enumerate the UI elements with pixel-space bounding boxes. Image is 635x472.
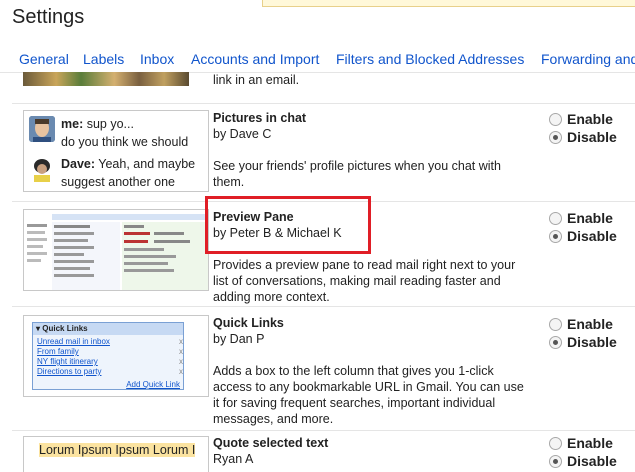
lab-name: Quick Links: [213, 316, 284, 330]
lab-info: Pictures in chat by Dave C See your frie…: [213, 110, 533, 190]
quote-sample-text: Lorum Ipsum Ipsum Lorum I: [39, 443, 196, 457]
lab-description: Adds a box to the left column that gives…: [213, 364, 524, 426]
lab-toggle-quote-selected-text: Enable Disable: [549, 434, 617, 470]
page-title: Settings: [12, 6, 85, 28]
remove-icon: x: [179, 337, 183, 346]
quick-links-heading: ▾ Quick Links: [33, 323, 183, 335]
disable-radio[interactable]: [549, 335, 562, 349]
notification-bar: [262, 0, 635, 7]
chat-line: do you think we should: [61, 135, 189, 149]
lab-thumbnail-quick-links: ▾ Quick Links Unread mail in inbox x Fro…: [23, 315, 209, 397]
remove-icon: x: [179, 367, 183, 376]
lab-name: Pictures in chat: [213, 111, 307, 125]
lab-author: Ryan A: [213, 452, 254, 466]
quick-link-item: Directions to party: [37, 367, 102, 376]
enable-radio[interactable]: [549, 112, 562, 126]
lab-info: Quote selected text Ryan A: [213, 435, 533, 467]
lab-name: Quote selected text: [213, 436, 329, 450]
lab-toggle-pictures-in-chat: Enable Disable: [549, 110, 617, 146]
lab-toggle-preview-pane: Enable Disable: [549, 209, 617, 245]
tab-inbox[interactable]: Inbox: [140, 51, 174, 67]
remove-icon: x: [179, 347, 183, 356]
lab-info: Quick Links by Dan P Adds a box to the l…: [213, 315, 533, 427]
enable-radio[interactable]: [549, 317, 562, 331]
settings-tabs: General Labels Inbox Accounts and Import…: [0, 51, 635, 73]
enable-option[interactable]: Enable: [549, 434, 617, 452]
lab-thumbnail-quote-selected-text: Lorum Ipsum Ipsum Lorum I: [23, 436, 209, 472]
add-quick-link: Add Quick Link: [126, 380, 180, 389]
quick-link-item: Unread mail in inbox: [37, 337, 110, 346]
enable-option[interactable]: Enable: [549, 315, 617, 333]
remove-icon: x: [179, 357, 183, 366]
avatar: [29, 156, 55, 182]
enable-radio[interactable]: [549, 211, 562, 225]
avatar: [29, 116, 55, 142]
enable-option[interactable]: Enable: [549, 110, 617, 128]
disable-option[interactable]: Disable: [549, 227, 617, 245]
lab-row-quote-selected-text: Lorum Ipsum Ipsum Lorum I Quote selected…: [12, 431, 635, 472]
disable-radio[interactable]: [549, 130, 562, 144]
lab-description-previous: link in an email.: [213, 73, 300, 87]
tab-filters-and-blocked-addresses[interactable]: Filters and Blocked Addresses: [336, 51, 524, 67]
lab-author: by Dan P: [213, 332, 265, 346]
quick-link-item: From family: [37, 347, 79, 356]
highlight-box: [205, 196, 371, 254]
disable-option[interactable]: Disable: [549, 452, 617, 470]
lab-toggle-quick-links: Enable Disable: [549, 315, 617, 351]
lab-thumbnail-pictures-in-chat: me: sup yo... do you think we should Dav…: [23, 110, 209, 192]
tab-general[interactable]: General: [19, 51, 69, 67]
lab-description: See your friends' profile pictures when …: [213, 159, 501, 189]
lab-description: Provides a preview pane to read mail rig…: [213, 258, 516, 304]
lab-row-pictures-in-chat: me: sup yo... do you think we should Dav…: [12, 104, 635, 202]
lab-thumbnail-preview-pane: [23, 209, 209, 291]
disable-option[interactable]: Disable: [549, 128, 617, 146]
disable-radio[interactable]: [549, 229, 562, 243]
enable-radio[interactable]: [549, 436, 562, 450]
chat-line: Dave: Yeah, and maybe: [61, 157, 196, 171]
disable-option[interactable]: Disable: [549, 333, 617, 351]
tab-accounts-and-import[interactable]: Accounts and Import: [191, 51, 319, 67]
tab-labels[interactable]: Labels: [83, 51, 124, 67]
chat-line: me: sup yo...: [61, 117, 134, 131]
quick-links-preview: ▾ Quick Links Unread mail in inbox x Fro…: [32, 322, 184, 390]
lab-row-previous: link in an email.: [12, 72, 635, 104]
chat-line: suggest another one: [61, 175, 175, 189]
tab-forwarding[interactable]: Forwarding and: [541, 51, 635, 67]
lab-author: by Dave C: [213, 127, 272, 141]
quick-link-item: NY flight itinerary: [37, 357, 98, 366]
lab-row-quick-links: ▾ Quick Links Unread mail in inbox x Fro…: [12, 307, 635, 431]
disable-radio[interactable]: [549, 454, 562, 468]
enable-option[interactable]: Enable: [549, 209, 617, 227]
